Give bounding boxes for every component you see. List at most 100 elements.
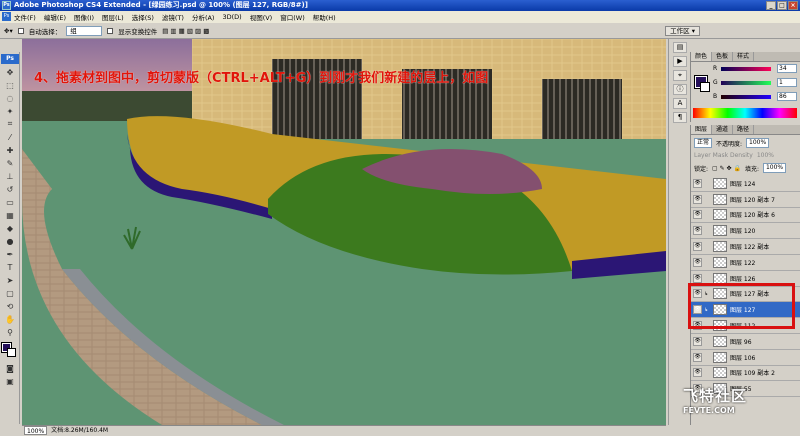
red-bar[interactable] xyxy=(721,67,771,71)
green-bar[interactable] xyxy=(721,81,771,85)
layer-name[interactable]: 图层 122 xyxy=(730,258,755,267)
opacity-field[interactable]: 100% xyxy=(746,138,770,148)
visibility-eye-icon[interactable]: 👁 xyxy=(693,273,702,283)
menu-3d[interactable]: 3D(D) xyxy=(222,13,241,21)
layer-name[interactable]: 图层 127 xyxy=(730,305,755,314)
workspace-dropdown[interactable]: 工作区 ▾ xyxy=(665,26,700,36)
layer-thumbnail[interactable] xyxy=(713,335,727,347)
tab-paths[interactable]: 路径 xyxy=(733,125,755,134)
layer-name[interactable]: 图层 126 xyxy=(730,274,755,283)
tab-color[interactable]: 颜色 xyxy=(691,52,713,61)
menu-analysis[interactable]: 分析(A) xyxy=(192,12,215,22)
hand-icon[interactable]: ✋ xyxy=(4,313,16,325)
layer-row[interactable]: 👁 图层 120 副本 7 xyxy=(691,191,800,208)
paragraph-icon[interactable]: ¶ xyxy=(673,112,687,123)
stamp-icon[interactable]: ⊥ xyxy=(4,170,16,182)
layer-name[interactable]: 图层 106 xyxy=(730,353,755,362)
visibility-eye-icon[interactable]: 👁 xyxy=(693,178,702,188)
menu-help[interactable]: 帮助(H) xyxy=(313,12,336,22)
layer-row[interactable]: 👁 图层 120 xyxy=(691,223,800,240)
layer-thumbnail[interactable] xyxy=(713,320,727,332)
visibility-eye-icon[interactable]: 👁 xyxy=(693,194,702,204)
layer-row[interactable]: 👁 图层 124 xyxy=(691,176,800,192)
ps-menu-icon[interactable]: Ps xyxy=(2,12,11,21)
layer-name[interactable]: 图层 122 副本 xyxy=(730,242,769,251)
fill-field[interactable]: 100% xyxy=(762,163,787,173)
shape-icon[interactable]: ▢ xyxy=(4,287,16,299)
blue-value[interactable]: 86 xyxy=(777,92,797,101)
auto-select-dropdown[interactable]: 组 xyxy=(66,25,103,36)
zoom-level[interactable]: 100% xyxy=(24,426,48,435)
magic-wand-icon[interactable]: ✦ xyxy=(4,105,16,117)
auto-select-checkbox[interactable] xyxy=(17,27,24,34)
layer-thumbnail[interactable] xyxy=(713,225,727,237)
layer-row[interactable]: 👁 图层 120 副本 6 xyxy=(691,207,800,224)
crop-icon[interactable]: ⌗ xyxy=(4,118,16,130)
menu-file[interactable]: 文件(F) xyxy=(14,12,36,22)
visibility-eye-icon[interactable]: 👁 xyxy=(693,210,702,220)
brush-icon[interactable]: ✎ xyxy=(4,157,16,169)
3d-icon[interactable]: ⟲ xyxy=(4,300,16,312)
visibility-eye-icon[interactable]: 👁 xyxy=(693,257,702,267)
screen-mode-icon[interactable]: ▣ xyxy=(4,375,16,387)
character-icon[interactable]: A xyxy=(673,98,687,109)
layer-thumbnail[interactable] xyxy=(713,209,727,221)
maximize-icon[interactable]: □ xyxy=(777,1,787,10)
visibility-eye-icon[interactable]: 👁 xyxy=(693,242,702,252)
visibility-eye-icon[interactable]: 👁 xyxy=(693,305,702,315)
pen-icon[interactable]: ✒ xyxy=(4,248,16,260)
document-canvas[interactable]: 4、拖素材到图中，剪切蒙版（CTRL+ALT+G）到刚才我们新建的层上，如图 xyxy=(22,39,666,425)
blur-icon[interactable]: ◆ xyxy=(4,222,16,234)
color-spectrum[interactable] xyxy=(693,108,797,118)
path-select-icon[interactable]: ➤ xyxy=(4,274,16,286)
layer-name[interactable]: 图层 124 xyxy=(730,179,755,188)
layer-thumbnail[interactable] xyxy=(713,193,727,205)
red-slider[interactable]: R 34 xyxy=(691,62,800,76)
type-icon[interactable]: T xyxy=(4,261,16,273)
layer-row[interactable]: 👁 图层 122 xyxy=(691,254,800,271)
tab-swatches[interactable]: 色板 xyxy=(712,52,734,61)
layer-row[interactable]: 👁 图层 112 xyxy=(691,318,800,334)
tab-channels[interactable]: 通道 xyxy=(712,125,734,134)
info-icon[interactable]: ⓘ xyxy=(673,84,687,95)
eraser-icon[interactable]: ▭ xyxy=(4,196,16,208)
minimize-icon[interactable]: _ xyxy=(766,1,776,10)
layer-name[interactable]: 图层 109 副本 2 xyxy=(730,368,775,377)
layer-row[interactable]: 👁 ↳ 图层 127 副本 xyxy=(691,286,800,303)
layer-name[interactable]: 图层 127 副本 xyxy=(730,289,769,298)
move-icon[interactable]: ✥ xyxy=(4,66,16,78)
layer-thumbnail[interactable] xyxy=(713,256,727,268)
layer-row[interactable]: 👁 图层 96 xyxy=(691,333,800,350)
navigator-icon[interactable]: ⌖ xyxy=(673,70,687,81)
layer-name[interactable]: 图层 112 xyxy=(730,321,755,330)
visibility-eye-icon[interactable]: 👁 xyxy=(693,336,702,346)
menu-edit[interactable]: 编辑(E) xyxy=(44,12,66,22)
layer-thumbnail[interactable] xyxy=(713,304,727,316)
move-tool-icon[interactable]: ✥▾ xyxy=(4,27,13,35)
background-color-swatch[interactable] xyxy=(7,348,16,357)
green-slider[interactable]: G 1 xyxy=(691,76,800,90)
visibility-eye-icon[interactable]: 👁 xyxy=(693,352,702,362)
layer-row[interactable]: 👁 图层 106 xyxy=(691,349,800,366)
layer-thumbnail[interactable] xyxy=(713,367,727,379)
layer-thumbnail[interactable] xyxy=(713,177,727,189)
color-swatches[interactable] xyxy=(1,342,19,358)
marquee-icon[interactable]: ⬚ xyxy=(4,79,16,91)
history-icon[interactable]: ▤ xyxy=(673,42,687,53)
menu-image[interactable]: 图像(I) xyxy=(74,12,94,22)
eyedropper-icon[interactable]: ⁄ xyxy=(4,131,16,143)
menu-filter[interactable]: 滤镜(T) xyxy=(162,12,184,22)
layer-thumbnail[interactable] xyxy=(713,288,727,300)
close-icon[interactable]: × xyxy=(788,1,798,10)
healing-icon[interactable]: ✚ xyxy=(4,144,16,156)
blue-slider[interactable]: B 86 xyxy=(691,90,800,104)
tab-styles[interactable]: 样式 xyxy=(733,52,755,61)
layer-name[interactable]: 图层 96 xyxy=(730,337,752,346)
tab-layers[interactable]: 图层 xyxy=(691,125,713,134)
layer-row[interactable]: 👁 图层 109 副本 2 xyxy=(691,365,800,382)
doc-size[interactable]: 文档:8.26M/160.4M xyxy=(51,426,108,435)
blue-bar[interactable] xyxy=(721,95,771,99)
layer-row[interactable]: 👁 ↳ 图层 127 xyxy=(691,302,800,319)
layer-thumbnail[interactable] xyxy=(713,241,727,253)
layer-name[interactable]: 图层 120 副本 6 xyxy=(730,210,775,219)
